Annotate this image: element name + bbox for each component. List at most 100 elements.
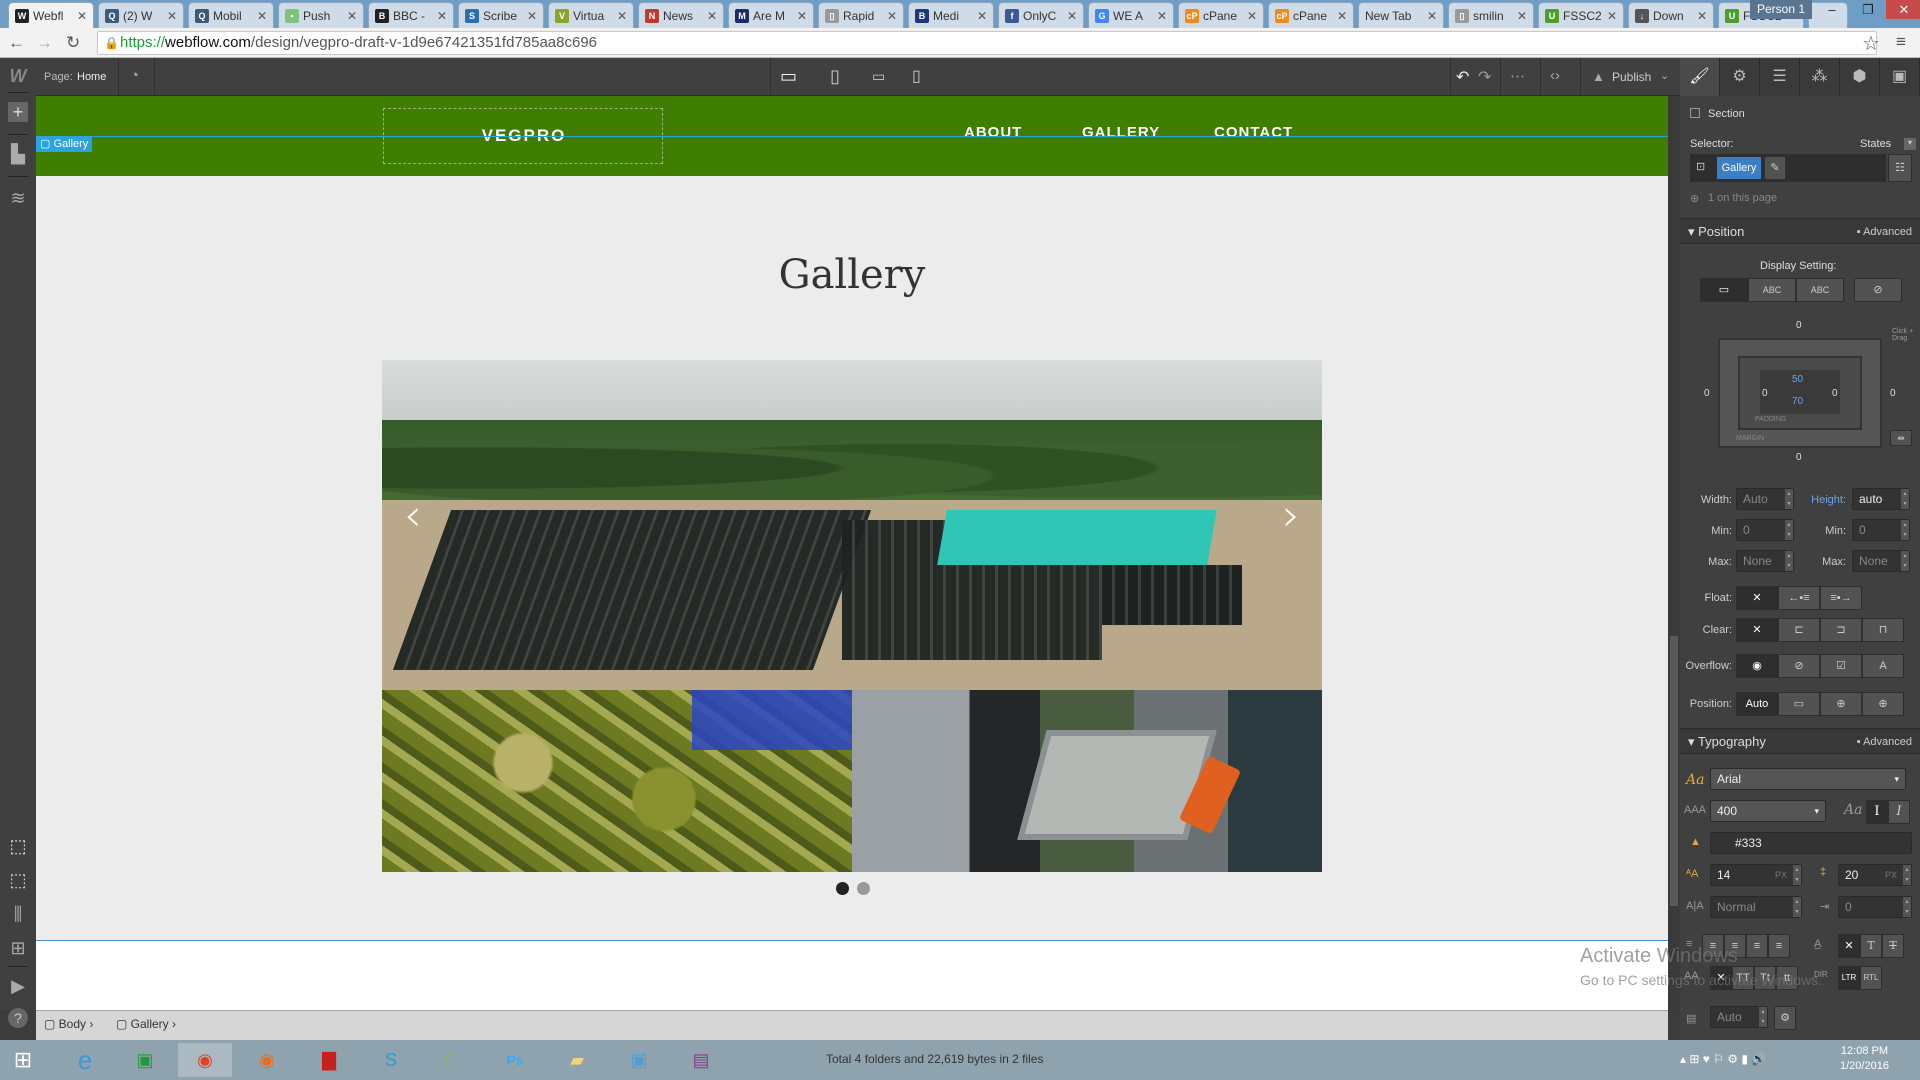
slider-prev-arrow-icon[interactable]: ‹ [404,490,422,541]
close-tab-icon[interactable]: ✕ [1067,9,1077,23]
browser-tab[interactable]: ▪ Push ✕ [278,2,364,28]
selector-class-tag[interactable]: Gallery [1716,156,1762,180]
browser-tab[interactable]: B Medi ✕ [908,2,994,28]
states-chevron-icon[interactable]: ▾ [1904,138,1916,150]
canvas-scrollbar[interactable] [1668,96,1680,1010]
close-tab-icon[interactable]: ✕ [707,9,717,23]
font-size-input[interactable]: 14 PX ▴ ▾ [1710,864,1802,886]
redo-icon[interactable]: ↷ [1478,67,1491,87]
states-dropdown[interactable]: States [1860,138,1891,150]
browser-tab[interactable]: Q Mobil ✕ [188,2,274,28]
file-explorer-icon[interactable]: ▰ [550,1043,604,1077]
display-inline-button[interactable]: ABC [1796,278,1844,302]
symbols-tab-cube-icon[interactable]: ⬢ [1840,58,1880,96]
close-tab-icon[interactable]: ✕ [1157,9,1167,23]
preview-eye-icon[interactable]: ◔ [130,67,139,84]
position-section-header[interactable]: ▾ Position ▪ Advanced [1680,218,1920,244]
nav-link-about[interactable]: ABOUT [964,124,1022,141]
nav-link-contact[interactable]: CONTACT [1214,124,1293,141]
video-tutorial-icon[interactable]: ▶ [6,974,30,998]
breadcrumb-gallery[interactable]: ▢ Gallery › [116,1017,176,1031]
firefox-icon[interactable]: ◉ [240,1043,294,1077]
font-style-normal-button[interactable]: I [1866,800,1888,824]
settings-tab-gear-icon[interactable]: ⚙ [1720,58,1760,96]
browser-tab[interactable]: ▯ Rapid ✕ [818,2,904,28]
photos-icon[interactable]: ▣ [612,1043,666,1077]
selector-options-icon[interactable]: ☷ [1888,154,1912,182]
close-tab-icon[interactable]: ✕ [1517,9,1527,23]
back-icon[interactable]: ← [8,33,25,53]
maximize-button[interactable]: ❐ [1850,0,1886,19]
browser-tab[interactable]: ↓ Down ✕ [1628,2,1714,28]
typography-advanced-toggle[interactable]: ▪ Advanced [1857,729,1912,755]
pages-icon[interactable]: ▙ [6,142,30,166]
publish-chevron-icon[interactable]: ⌄ [1660,69,1669,82]
height-input[interactable]: auto ▴ ▾ [1852,488,1910,510]
browser-tab[interactable]: V Virtua ✕ [548,2,634,28]
browser-tab[interactable]: N News ✕ [638,2,724,28]
close-tab-icon[interactable]: ✕ [1247,9,1257,23]
display-inline-block-button[interactable]: ABC [1748,278,1796,302]
hangouts-icon[interactable]: ▢ [426,1043,480,1077]
slider-next-arrow-icon[interactable]: › [1282,490,1300,541]
browser-tab[interactable]: ▯ smilin ✕ [1448,2,1534,28]
chrome-icon[interactable]: ◉ [178,1043,232,1077]
browser-tab[interactable]: Q (2) W ✕ [98,2,184,28]
cms-database-icon[interactable]: ≋ [6,186,30,210]
position-absolute-icon[interactable]: ⊕ [1820,692,1862,716]
overflow-hidden-icon[interactable]: ⊘ [1778,654,1820,678]
font-family-select[interactable]: Arial ▾ [1710,768,1906,790]
display-block-button[interactable]: ▭ [1700,278,1748,302]
browser-tab[interactable]: G WE A ✕ [1088,2,1174,28]
close-tab-icon[interactable]: ✕ [1607,9,1617,23]
chrome-menu-icon[interactable]: ≡ [1896,32,1906,52]
close-tab-icon[interactable]: ✕ [977,9,987,23]
clear-both-button[interactable]: ⊓ [1862,618,1904,642]
close-tab-icon[interactable]: ✕ [527,9,537,23]
padding-left-value[interactable]: 0 [1762,388,1768,399]
undo-icon[interactable]: ↶ [1456,67,1469,87]
ltr-button[interactable]: LTR [1838,966,1860,990]
font-color-input[interactable]: #333 [1710,832,1912,854]
close-tab-icon[interactable]: ✕ [1427,9,1437,23]
skype-icon[interactable]: S [364,1043,418,1077]
select-tool-icon[interactable]: ⬚ [6,834,30,858]
browser-tab[interactable]: W Webfl ✕ [8,2,94,28]
start-windows-icon[interactable]: ⊞ [0,1043,46,1077]
font-style-italic-button[interactable]: I [1888,800,1910,824]
system-tray-icons[interactable]: ▴ ⊞ ♥ ⚐ ⚙ ▮ 🔊 [1680,1052,1766,1066]
columns-input[interactable]: Auto ▴ ▾ [1710,1006,1768,1028]
position-auto-button[interactable]: Auto [1736,692,1778,716]
min-height-input[interactable]: 0 ▴ ▾ [1852,519,1910,541]
add-element-icon[interactable]: + [8,102,28,122]
clear-none-button[interactable]: ✕ [1736,618,1778,642]
winrar-icon[interactable]: ▤ [674,1043,728,1077]
acrobat-icon[interactable]: ▇ [302,1043,356,1077]
xray-icon[interactable]: ⫼ [6,902,30,926]
reload-icon[interactable]: ↻ [66,33,80,53]
footer-section[interactable] [36,941,1668,1010]
display-none-icon[interactable]: ⊘ [1854,278,1902,302]
browser-tab[interactable]: cP cPane ✕ [1268,2,1354,28]
width-input[interactable]: Auto ▴ ▾ [1736,488,1794,510]
strikethrough-button[interactable]: T [1882,934,1904,958]
min-width-input[interactable]: 0 ▴ ▾ [1736,519,1794,541]
margin-bottom-value[interactable]: 0 [1796,452,1802,463]
close-tab-icon[interactable]: ✕ [257,9,267,23]
code-icon[interactable]: ‹› [1550,67,1560,84]
overflow-auto-icon[interactable]: A [1862,654,1904,678]
browser-tab[interactable]: B BBC - ✕ [368,2,454,28]
margin-top-value[interactable]: 0 [1796,320,1802,331]
nav-link-gallery[interactable]: GALLERY [1082,124,1160,141]
browser-tab[interactable]: New Tab ✕ [1358,2,1444,28]
gallery-slider[interactable]: ‹ › [382,360,1322,690]
profile-button[interactable]: Person 1 [1750,0,1812,19]
design-canvas[interactable]: VEGPRO ABOUT GALLERY CONTACT ▢ Gallery G… [36,96,1668,1010]
help-icon[interactable]: ? [8,1008,28,1028]
bookmark-star-icon[interactable]: ☆ [1862,31,1880,56]
browser-tab[interactable]: S Scribe ✕ [458,2,544,28]
url-input[interactable]: 🔒 https://webflow.com/design/vegpro-draf… [97,31,1877,55]
close-tab-icon[interactable]: ✕ [77,9,87,23]
max-width-input[interactable]: None ▴ ▾ [1736,550,1794,572]
font-weight-select[interactable]: 400 ▾ [1710,800,1826,822]
